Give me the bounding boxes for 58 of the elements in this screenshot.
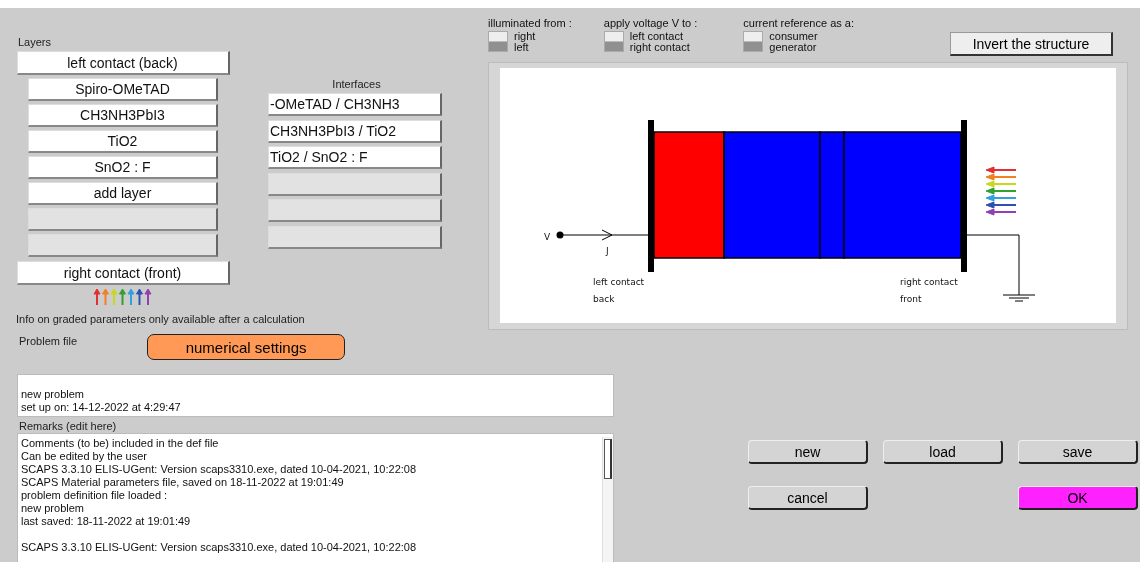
right-contact-label: right contact: [900, 277, 958, 287]
layers-title: Layers: [18, 36, 52, 48]
interface-button[interactable]: TiO2 / SnO2 : F: [268, 146, 442, 169]
action-button[interactable]: load: [883, 440, 1003, 464]
voltage-label: V: [544, 232, 551, 242]
remarks-line: new problem: [21, 502, 84, 515]
toggle-option: right contact: [629, 42, 690, 53]
interfaces-title: Interfaces: [332, 78, 381, 90]
remarks-field[interactable]: [17, 433, 614, 562]
invert-structure-button[interactable]: Invert the structure: [950, 32, 1113, 56]
toggle-segment[interactable]: [744, 32, 763, 42]
problem-file-title: Problem file: [19, 335, 78, 347]
layer-button[interactable]: SnO2 : F: [28, 156, 218, 179]
add-layer-button[interactable]: add layer: [28, 182, 218, 205]
numerical-settings-button[interactable]: numerical settings: [147, 334, 346, 360]
interface-button[interactable]: CH3NH3PbI3 / TiO2: [268, 119, 442, 143]
interface-button[interactable]: -OMeTAD / CH3NH3: [268, 93, 442, 116]
action-button[interactable]: cancel: [748, 486, 868, 510]
toggle-option: generator: [769, 42, 818, 53]
left-contact-button[interactable]: left contact (back): [16, 51, 230, 75]
layer-button[interactable]: Spiro-OMeTAD: [28, 78, 218, 101]
toggle-segment[interactable]: [489, 42, 507, 51]
remarks-line: SCAPS Material parameters file, saved on 18-11-2022 at 19:01:49: [21, 476, 344, 489]
ok-button[interactable]: OK: [1018, 486, 1138, 510]
ground-wire-drawing: [966, 234, 1036, 302]
front-label: front: [900, 294, 922, 304]
back-label: back: [593, 294, 615, 304]
toggle-option: right: [514, 31, 536, 42]
remarks-line: problem definition file loaded :: [21, 489, 168, 502]
right-contact-button[interactable]: right contact (front): [16, 261, 230, 285]
toggle-title: illuminated from :: [488, 17, 572, 29]
remarks-line: SCAPS 3.3.10 ELIS-UGent: Version scaps3310.exe, dated 10-04-2021, 10:22:08: [21, 541, 417, 554]
remarks-line: last saved: 18-11-2022 at 19:01:49: [21, 515, 191, 528]
scroll-bar[interactable]: [602, 437, 613, 562]
info-text: Info on graded parameters only available after a calculation: [16, 313, 306, 325]
remarks-line: Can be edited by the user: [21, 450, 147, 463]
problem-file-line: set up on: 14-12-2022 at 4:29:47: [21, 401, 181, 414]
toggle-title: current reference as a:: [743, 17, 854, 29]
toggle-title: apply voltage V to :: [603, 17, 698, 29]
remarks-line: SCAPS 3.3.10 ELIS-UGent: Version scaps3310.exe, dated 10-04-2021, 10:22:08: [21, 463, 417, 476]
action-button[interactable]: new: [748, 440, 868, 464]
left-contact-label: left contact: [593, 277, 645, 287]
toggle-segment[interactable]: [489, 32, 507, 42]
toggle-option: left: [514, 42, 536, 53]
toggle-option: consumer: [769, 31, 818, 42]
remarks-line: Comments (to be) included in the def file: [21, 437, 219, 450]
toggle-segment[interactable]: [744, 42, 763, 51]
toggle-option: left contact: [629, 31, 690, 42]
layer-button[interactable]: TiO2: [28, 130, 218, 153]
problem-file-line: new problem: [21, 388, 84, 401]
remarks-title: Remarks (edit here): [19, 420, 117, 432]
layer-button[interactable]: CH3NH3PbI3: [28, 104, 218, 127]
toggle-segment[interactable]: [604, 42, 623, 51]
light-arrows-icon: [92, 288, 154, 306]
action-button[interactable]: save: [1018, 440, 1138, 464]
toggle-segment[interactable]: [604, 32, 623, 42]
current-label: J: [606, 246, 609, 256]
light-arrows-drawing: [985, 166, 1017, 216]
